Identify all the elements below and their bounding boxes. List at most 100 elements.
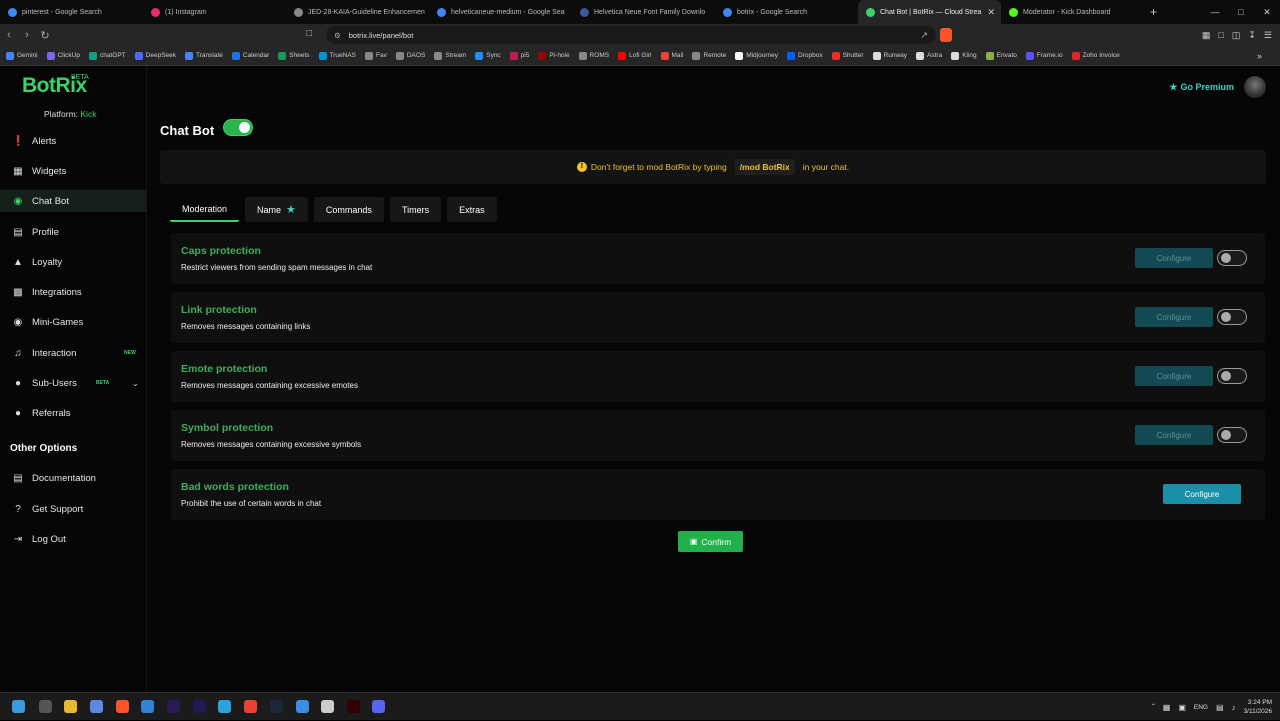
menu-icon[interactable]: ☰ xyxy=(1264,30,1272,41)
bookmark-item[interactable]: Calendar xyxy=(231,51,269,60)
bookmark-item[interactable]: ROMS xyxy=(578,51,609,60)
wallet-icon[interactable]: □ xyxy=(1218,30,1223,40)
browser-tab[interactable]: JED-28-KAIA-Guideline Enhancemen xyxy=(286,0,429,24)
configure-button[interactable]: Configure xyxy=(1163,484,1241,504)
task-view-icon[interactable] xyxy=(39,700,52,713)
bookmark-item[interactable]: Remote xyxy=(692,51,726,60)
tray-app-icon[interactable]: ▦ xyxy=(1163,703,1171,712)
app-c-icon[interactable] xyxy=(141,700,154,713)
chevron-down-icon[interactable]: ⌄ xyxy=(132,379,139,388)
sidebar-item-mini-games[interactable]: ◉ Mini-Games xyxy=(0,311,146,333)
sidebar-item-chat-bot[interactable]: ◉ Chat Bot xyxy=(0,190,146,212)
configure-button[interactable]: Configure xyxy=(1135,307,1213,327)
start-icon[interactable] xyxy=(12,700,25,713)
bookmark-item[interactable]: chatGPT xyxy=(89,51,126,60)
sidebar-item-integrations[interactable]: ▩ Integrations xyxy=(0,281,146,303)
tab-extras[interactable]: Extras xyxy=(447,197,497,222)
protection-toggle[interactable] xyxy=(1217,250,1247,266)
chat-bot-enable-toggle[interactable] xyxy=(223,119,253,136)
brave-taskbar-icon[interactable] xyxy=(116,700,129,713)
sidebar-item-alerts[interactable]: ❗ Alerts xyxy=(0,130,146,152)
protection-toggle[interactable] xyxy=(1217,309,1247,325)
tab-moderation[interactable]: Moderation xyxy=(170,197,240,222)
protection-toggle[interactable] xyxy=(1217,368,1247,384)
network-icon[interactable]: ▤ xyxy=(1216,703,1224,712)
maximize-icon[interactable]: □ xyxy=(1228,7,1254,17)
browser-tab[interactable]: (1) Instagram xyxy=(143,0,286,24)
tray-chevron-icon[interactable]: ˆ xyxy=(1152,703,1155,712)
tab-commands[interactable]: Commands xyxy=(313,197,384,222)
sidebar-item-sub-users[interactable]: ● Sub-Users BETA ⌄ xyxy=(0,372,146,394)
reload-icon[interactable]: ↻ xyxy=(36,29,54,42)
bookmark-item[interactable]: Fav xyxy=(365,51,387,60)
clock[interactable]: 3:24 PM 3/11/2026 xyxy=(1244,698,1272,716)
tray-app2-icon[interactable]: ▣ xyxy=(1178,703,1186,712)
sidebar-item-widgets[interactable]: ▦ Widgets xyxy=(0,160,146,182)
bookmark-item[interactable]: Zoho Invoice xyxy=(1071,51,1120,60)
sidebar-item-get-support[interactable]: ? Get Support xyxy=(0,498,146,520)
downloads-icon[interactable]: ↧ xyxy=(1248,30,1256,41)
more-bookmarks-icon[interactable]: » xyxy=(1257,51,1262,61)
sidebar-toggle-icon[interactable]: ◫ xyxy=(1232,30,1241,41)
browser-tab[interactable]: Helvetica Neue Font Family Downlo xyxy=(572,0,715,24)
close-tab-icon[interactable]: ✕ xyxy=(987,7,995,18)
chrome-icon[interactable] xyxy=(244,700,257,713)
sidebar-item-loyalty[interactable]: ▲ Loyalty xyxy=(0,251,146,273)
illustrator-icon[interactable] xyxy=(347,700,360,713)
back-icon[interactable]: ‹ xyxy=(0,29,18,41)
bookmark-item[interactable]: Gemini xyxy=(6,51,38,60)
telegram-icon[interactable] xyxy=(218,700,231,713)
bookmark-item[interactable]: Sync xyxy=(475,51,501,60)
obs-icon[interactable] xyxy=(321,700,334,713)
bookmark-item[interactable]: Lofi Girl xyxy=(618,51,652,60)
browser-tab[interactable]: helveticaneue-medium - Google Sea xyxy=(429,0,572,24)
brave-shield-icon[interactable] xyxy=(940,28,952,42)
close-window-icon[interactable]: ✕ xyxy=(1254,7,1280,18)
file-explorer-icon[interactable] xyxy=(64,700,77,713)
bookmark-item[interactable]: TrueNAS xyxy=(318,51,356,60)
bookmark-item[interactable]: Kling xyxy=(951,51,977,60)
bookmark-icon[interactable]: □ xyxy=(306,28,312,39)
sidebar-item-documentation[interactable]: ▤ Documentation xyxy=(0,467,146,489)
bookmark-item[interactable]: Mail xyxy=(660,51,683,60)
url-field[interactable]: ⚙ botrix.live/panel/bot ↗ xyxy=(326,26,936,44)
configure-button[interactable]: Configure xyxy=(1135,248,1213,268)
sidebar-item-referrals[interactable]: ● Referrals xyxy=(0,402,146,424)
bookmark-item[interactable]: Astra xyxy=(916,51,942,60)
bookmark-item[interactable]: ClickUp xyxy=(46,51,80,60)
confirm-button[interactable]: ▣ Confirm xyxy=(678,531,743,552)
browser-tab[interactable]: pinterest - Google Search xyxy=(0,0,143,24)
browser-tab[interactable]: botrix - Google Search xyxy=(715,0,858,24)
premiere-icon[interactable] xyxy=(167,700,180,713)
bookmark-item[interactable]: DAOS xyxy=(395,51,425,60)
bookmark-item[interactable]: Pi-hole xyxy=(538,51,570,60)
tab-name[interactable]: Name ★ xyxy=(245,197,308,222)
protection-toggle[interactable] xyxy=(1217,427,1247,443)
bookmark-item[interactable]: Dropbox xyxy=(787,51,823,60)
extensions-icon[interactable]: ▦ xyxy=(1202,30,1211,41)
bookmark-item[interactable]: Envato xyxy=(985,51,1017,60)
sidebar-item-interaction[interactable]: ♫ Interaction NEW xyxy=(0,342,146,364)
site-info-icon[interactable]: ⚙ xyxy=(334,31,341,40)
bookmark-item[interactable]: Midjourney xyxy=(735,51,778,60)
go-premium-button[interactable]: ★ Go Premium xyxy=(1169,82,1234,93)
minimize-icon[interactable]: — xyxy=(1202,7,1228,17)
bookmark-item[interactable]: Frame.io xyxy=(1025,51,1063,60)
sidebar-item-profile[interactable]: ▤ Profile xyxy=(0,221,146,243)
browser-tab[interactable]: Moderator - Kick Dashboard xyxy=(1001,0,1144,24)
share-icon[interactable]: ↗ xyxy=(920,30,928,41)
configure-button[interactable]: Configure xyxy=(1135,366,1213,386)
avatar[interactable] xyxy=(1244,76,1266,98)
tab-timers[interactable]: Timers xyxy=(389,197,442,222)
language-indicator[interactable]: ENG xyxy=(1194,704,1208,711)
bookmark-item[interactable]: Stream xyxy=(434,51,466,60)
browser-tab[interactable]: Chat Bot | BotRix — Cloud Strea ✕ xyxy=(858,0,1001,24)
bookmark-item[interactable]: Shutter xyxy=(831,51,864,60)
bookmark-item[interactable]: Translate xyxy=(185,51,223,60)
discord-icon[interactable] xyxy=(372,700,385,713)
after-effects-icon[interactable] xyxy=(193,700,206,713)
app-star-icon[interactable] xyxy=(90,700,103,713)
bookmark-item[interactable]: DeepSeek xyxy=(134,51,176,60)
sidebar-item-log-out[interactable]: ⇥ Log Out xyxy=(0,528,146,550)
notes-icon[interactable] xyxy=(296,700,309,713)
